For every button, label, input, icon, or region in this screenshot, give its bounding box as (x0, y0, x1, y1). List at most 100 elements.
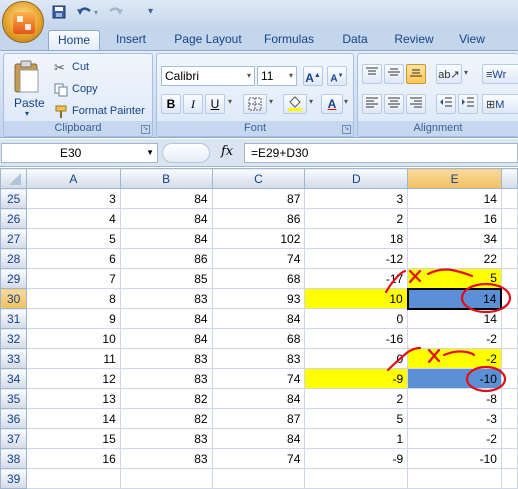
cell-e28[interactable]: 22 (407, 248, 502, 269)
row-header[interactable]: 37 (0, 428, 27, 449)
cell-b39[interactable] (119, 468, 213, 489)
align-left-button[interactable] (362, 94, 382, 114)
cell-a35[interactable]: 13 (25, 388, 121, 409)
cell-f37[interactable] (500, 428, 518, 449)
row-header[interactable]: 29 (0, 268, 27, 289)
increase-indent-button[interactable] (458, 94, 478, 114)
cell-b36[interactable]: 82 (119, 408, 213, 429)
fill-color-button[interactable] (283, 94, 307, 114)
cell-a27[interactable]: 5 (25, 228, 121, 249)
cell-f39[interactable] (500, 468, 518, 489)
row-header[interactable]: 25 (0, 188, 27, 209)
cell-c37[interactable]: 84 (211, 428, 306, 449)
tab-home[interactable]: Home (48, 30, 100, 50)
grow-font-button[interactable]: A▲ (303, 66, 323, 86)
row-header[interactable]: 27 (0, 228, 27, 249)
align-bottom-button[interactable] (406, 64, 426, 84)
cell-d31[interactable]: 0 (304, 308, 409, 329)
borders-button[interactable] (243, 94, 267, 114)
column-header-b[interactable]: B (119, 168, 213, 189)
cell-a31[interactable]: 9 (25, 308, 121, 329)
cell-e36[interactable]: -3 (407, 408, 502, 429)
cell-f28[interactable] (500, 248, 518, 269)
cell-b25[interactable]: 84 (119, 188, 213, 209)
cell-e31[interactable]: 14 (407, 308, 502, 329)
cell-c35[interactable]: 84 (211, 388, 306, 409)
font-launcher-icon[interactable]: ↘ (342, 125, 351, 134)
merge-center-button[interactable]: ⊞M (482, 94, 518, 114)
paste-button[interactable]: Paste ▾ (8, 58, 46, 120)
cell-a32[interactable]: 10 (25, 328, 121, 349)
cell-e33[interactable]: -2 (407, 348, 502, 369)
align-top-button[interactable] (362, 64, 382, 84)
cell-b30[interactable]: 83 (119, 288, 213, 309)
cell-d36[interactable]: 5 (304, 408, 409, 429)
borders-dropdown-icon[interactable]: ▾ (269, 97, 273, 106)
cell-e29[interactable]: 5 (407, 268, 502, 289)
column-header-a[interactable]: A (25, 168, 121, 189)
cell-d25[interactable]: 3 (304, 188, 409, 209)
cell-d30[interactable]: 10 (304, 288, 409, 309)
cell-d29[interactable]: -17 (304, 268, 409, 289)
column-header-d[interactable]: D (304, 168, 409, 189)
cell-c28[interactable]: 74 (211, 248, 306, 269)
cell-b29[interactable]: 85 (119, 268, 213, 289)
cell-e39[interactable] (407, 468, 502, 489)
bold-button[interactable]: B (161, 94, 181, 114)
row-header[interactable]: 35 (0, 388, 27, 409)
cell-c38[interactable]: 74 (211, 448, 306, 469)
cell-f35[interactable] (500, 388, 518, 409)
cell-a29[interactable]: 7 (25, 268, 121, 289)
tab-view[interactable]: View (448, 30, 496, 50)
underline-dropdown-icon[interactable]: ▾ (228, 97, 232, 106)
cell-c36[interactable]: 87 (211, 408, 306, 429)
cell-c27[interactable]: 102 (211, 228, 306, 249)
cell-c26[interactable]: 86 (211, 208, 306, 229)
formula-input[interactable]: =E29+D30 (244, 143, 518, 163)
cell-e37[interactable]: -2 (407, 428, 502, 449)
cell-a36[interactable]: 14 (25, 408, 121, 429)
orientation-dropdown-icon[interactable]: ▾ (464, 68, 468, 77)
cell-b34[interactable]: 83 (119, 368, 213, 389)
cell-a28[interactable]: 6 (25, 248, 121, 269)
cell-c39[interactable] (211, 468, 306, 489)
cell-e25[interactable]: 14 (407, 188, 502, 209)
cell-e34[interactable]: -10 (407, 368, 502, 389)
row-header[interactable]: 33 (0, 348, 27, 369)
orientation-button[interactable]: ab↗ (436, 64, 462, 84)
cell-c34[interactable]: 74 (211, 368, 306, 389)
cell-f25[interactable] (500, 188, 518, 209)
font-size-select[interactable]: 11 ▾ (257, 66, 297, 86)
undo-icon[interactable] (76, 5, 94, 23)
format-painter-button[interactable]: Format Painter (54, 104, 152, 121)
save-icon[interactable] (52, 5, 66, 23)
row-header[interactable]: 28 (0, 248, 27, 269)
cell-e38[interactable]: -10 (407, 448, 502, 469)
cell-c33[interactable]: 83 (211, 348, 306, 369)
underline-button[interactable]: U (205, 94, 225, 114)
cell-e26[interactable]: 16 (407, 208, 502, 229)
cell-e32[interactable]: -2 (407, 328, 502, 349)
column-header-c[interactable]: C (211, 168, 306, 189)
cell-d27[interactable]: 18 (304, 228, 409, 249)
cell-d32[interactable]: -16 (304, 328, 409, 349)
redo-icon[interactable] (106, 5, 124, 23)
wrap-text-button[interactable]: ≡Wr (482, 64, 518, 84)
cell-b32[interactable]: 84 (119, 328, 213, 349)
select-all-corner[interactable] (0, 168, 27, 189)
cell-f26[interactable] (500, 208, 518, 229)
cell-f29[interactable] (500, 268, 518, 289)
cell-b27[interactable]: 84 (119, 228, 213, 249)
tab-page-layout[interactable]: Page Layout (168, 30, 248, 50)
cell-f30[interactable] (500, 288, 518, 309)
cell-d28[interactable]: -12 (304, 248, 409, 269)
cell-a30[interactable]: 8 (25, 288, 121, 309)
font-name-select[interactable]: Calibri ▾ (161, 66, 255, 86)
tab-formulas[interactable]: Formulas (256, 30, 322, 50)
row-header[interactable]: 36 (0, 408, 27, 429)
align-center-button[interactable] (384, 94, 404, 114)
italic-button[interactable]: I (183, 94, 203, 114)
column-header-f[interactable] (500, 168, 518, 189)
cell-c29[interactable]: 68 (211, 268, 306, 289)
cell-b26[interactable]: 84 (119, 208, 213, 229)
